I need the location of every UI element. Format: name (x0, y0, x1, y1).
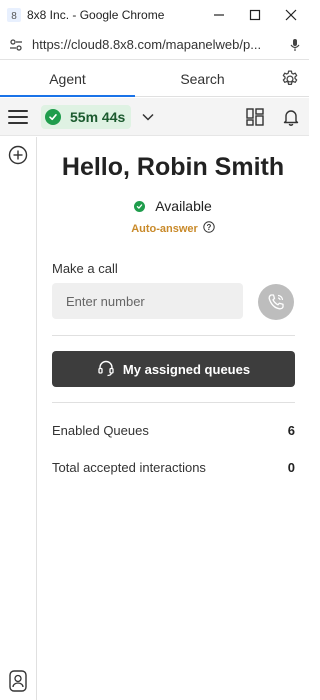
microphone-icon[interactable] (281, 38, 309, 52)
support-icon[interactable] (8, 670, 28, 697)
stat-row-total-accepted: Total accepted interactions 0 (52, 460, 295, 475)
make-call-label: Make a call (52, 261, 118, 276)
left-rail (0, 137, 37, 700)
check-icon (134, 200, 146, 212)
agent-panel: Hello, Robin Smith Available Auto-answer… (37, 137, 309, 700)
plus-circle-icon[interactable] (8, 145, 28, 170)
address-bar[interactable]: https://cloud8.8x8.com/mapanelweb/p... (0, 30, 309, 60)
stat-value: 6 (287, 423, 295, 438)
window-title: 8x8 Inc. - Google Chrome (27, 8, 165, 22)
gear-icon (282, 69, 298, 85)
stat-value: 0 (287, 460, 295, 475)
svg-text:?: ? (206, 223, 211, 232)
chevron-down-icon[interactable] (141, 112, 155, 122)
stat-row-enabled-queues: Enabled Queues 6 (52, 423, 295, 438)
call-button[interactable] (258, 284, 294, 320)
stat-label: Total accepted interactions (52, 460, 206, 475)
status-toolbar: 55m 44s (0, 98, 309, 136)
check-icon (45, 108, 61, 125)
info-icon[interactable]: ? (203, 221, 215, 236)
url-text[interactable]: https://cloud8.8x8.com/mapanelweb/p... (32, 37, 281, 52)
minimize-icon[interactable] (201, 0, 237, 30)
auto-answer-label: Auto-answer (131, 222, 198, 235)
stat-label: Enabled Queues (52, 423, 149, 438)
layout-icon[interactable] (237, 107, 273, 126)
headset-icon (97, 359, 115, 380)
auto-answer-indicator: Auto-answer ? (37, 221, 309, 236)
availability-status[interactable]: Available (37, 198, 309, 214)
queues-button-label: My assigned queues (122, 361, 251, 377)
maximize-icon[interactable] (237, 0, 273, 30)
tab-search[interactable]: Search (135, 61, 270, 96)
divider (52, 402, 295, 403)
settings-button[interactable] (270, 61, 309, 96)
browser-title-bar: 8 8x8 Inc. - Google Chrome (0, 0, 309, 30)
status-label: Available (155, 198, 212, 214)
phone-icon (268, 294, 284, 310)
status-timer: 55m 44s (70, 108, 126, 125)
greeting-heading: Hello, Robin Smith (61, 153, 285, 181)
hamburger-menu-icon[interactable] (8, 109, 28, 124)
status-timer-pill[interactable]: 55m 44s (41, 104, 132, 129)
divider (52, 335, 295, 336)
tab-agent[interactable]: Agent (0, 61, 135, 97)
svg-text:8: 8 (11, 11, 17, 22)
close-icon[interactable] (273, 0, 309, 30)
my-assigned-queues-button[interactable]: My assigned queues (52, 351, 295, 387)
bell-icon[interactable] (273, 108, 309, 126)
site-settings-icon[interactable] (8, 37, 24, 53)
eightbyeight-favicon: 8 (6, 7, 22, 23)
main-tabs: Agent Search (0, 61, 309, 97)
phone-number-input[interactable] (52, 283, 243, 319)
